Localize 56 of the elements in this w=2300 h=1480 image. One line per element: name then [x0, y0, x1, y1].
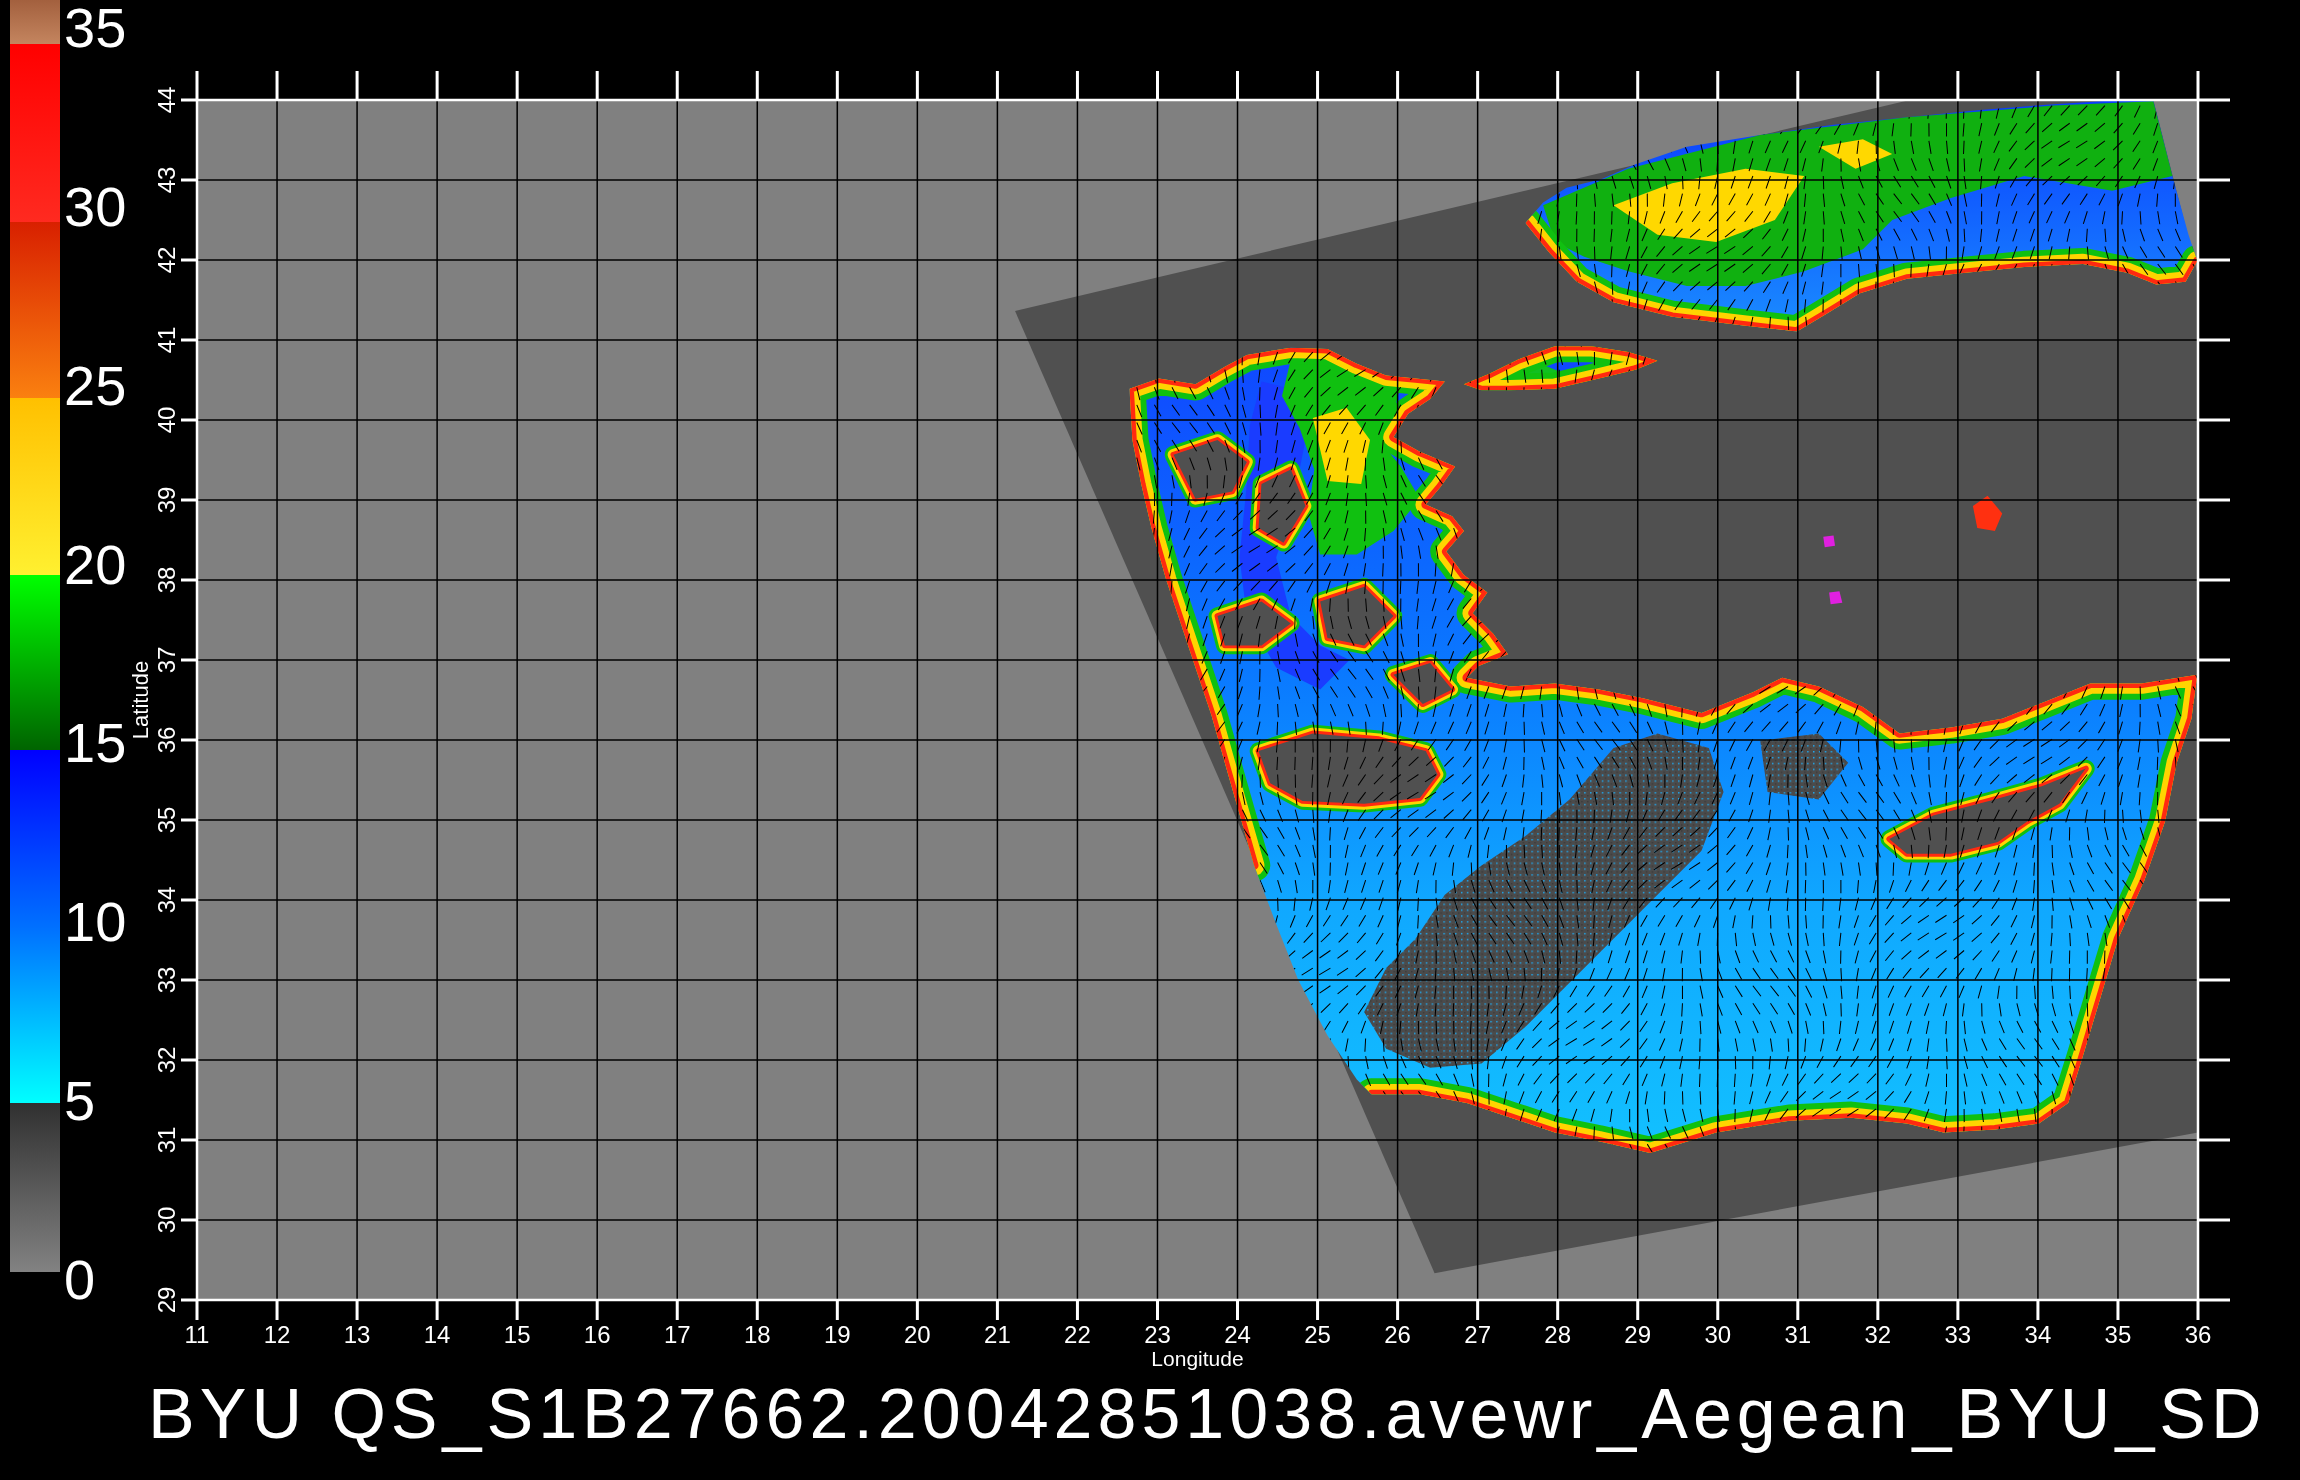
y-tick-label: 37	[153, 646, 180, 674]
x-tick-label: 14	[423, 1321, 451, 1348]
y-tick-label: 39	[153, 486, 180, 514]
y-tick-label: 40	[153, 406, 180, 434]
x-tick-label: 34	[2024, 1321, 2052, 1348]
scale-label: 25	[64, 357, 127, 414]
x-tick-label: 23	[1144, 1321, 1171, 1348]
y-tick-label: 38	[153, 566, 180, 594]
y-tick-label: 31	[153, 1126, 180, 1154]
x-tick-label: 21	[984, 1321, 1011, 1348]
x-tick-label: 33	[1944, 1321, 1972, 1348]
x-tick-label: 12	[263, 1321, 291, 1348]
y-tick-label: 43	[153, 166, 180, 194]
scale-label: 10	[64, 894, 127, 951]
x-tick-label: 26	[1384, 1321, 1411, 1348]
x-tick-label: 16	[583, 1321, 611, 1348]
scale-label: 15	[64, 715, 127, 772]
y-tick-label: 30	[153, 1206, 180, 1234]
scale-label: 30	[64, 178, 127, 235]
x-tick-label: 32	[1864, 1321, 1892, 1348]
scale-label: 0	[64, 1251, 97, 1308]
x-tick-label: 25	[1304, 1321, 1331, 1348]
x-tick-label: 28	[1544, 1321, 1572, 1348]
y-tick-label: 42	[153, 246, 180, 274]
wind-speed-spot	[1972, 495, 2003, 531]
y-tick-label: 33	[153, 966, 180, 994]
x-tick-label: 13	[343, 1321, 371, 1348]
y-tick-label: 32	[153, 1046, 180, 1074]
y-tick-label: 36	[153, 726, 180, 754]
x-tick-label: 20	[904, 1321, 931, 1348]
wind-speed-spot	[1823, 535, 1835, 548]
y-tick-label: 44	[153, 86, 180, 114]
x-tick-label: 15	[503, 1321, 531, 1348]
x-tick-label: 31	[1784, 1321, 1812, 1348]
scale-label: 5	[64, 1073, 97, 1130]
y-tick-label: 29	[153, 1286, 180, 1314]
x-tick-label: 35	[2104, 1321, 2132, 1348]
x-tick-label: 11	[184, 1321, 210, 1348]
scale-label: 35	[64, 0, 127, 56]
x-tick-label: 24	[1224, 1321, 1251, 1348]
wind-speed-spot	[1829, 591, 1843, 605]
x-tick-label: 17	[663, 1321, 691, 1348]
x-tick-label: 27	[1464, 1321, 1491, 1348]
x-tick-label: 22	[1064, 1321, 1091, 1348]
plot-title: BYU QS_S1B27662.20042851038.avewr_Aegean_BYU_SD	[147, 1374, 2268, 1455]
x-tick-label: 29	[1624, 1321, 1652, 1348]
y-tick-label: 34	[153, 886, 180, 914]
x-tick-label: 30	[1704, 1321, 1732, 1348]
x-axis-title: Longitude	[1151, 1347, 1244, 1370]
x-tick-label: 19	[823, 1321, 851, 1348]
y-tick-label: 35	[153, 806, 180, 834]
y-axis-title: Latitude	[128, 660, 153, 740]
x-tick-label: 18	[743, 1321, 771, 1348]
y-tick-label: 41	[153, 326, 180, 354]
scale-label: 20	[64, 536, 127, 593]
x-tick-label: 36	[2184, 1321, 2212, 1348]
